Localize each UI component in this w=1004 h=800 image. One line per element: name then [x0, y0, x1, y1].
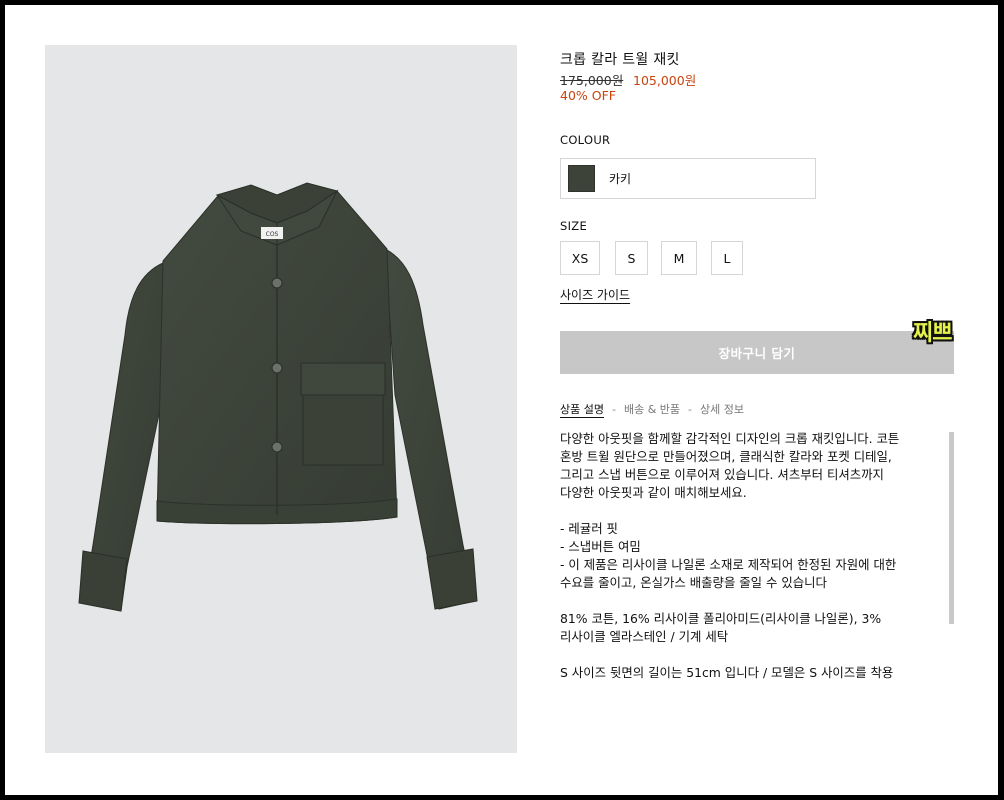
colour-name: 카키 [609, 172, 632, 186]
size-guide-link[interactable]: 사이즈 가이드 [560, 286, 630, 303]
colour-swatch[interactable] [568, 165, 595, 192]
tab-shipping-returns[interactable]: 배송 & 반품 [624, 401, 680, 417]
description-line: 그리고 스냅 버튼으로 이루어져 있습니다. 셔츠부터 티셔츠까지 [560, 467, 884, 482]
composition-line: 리사이클 엘라스테인 / 기계 세탁 [560, 629, 729, 644]
fit-note: S 사이즈 뒷면의 길이는 51cm 입니다 / 모델은 S 사이즈를 착용 [560, 665, 894, 680]
size-button-l[interactable]: L [711, 241, 743, 275]
detail-tabs: 상품 설명 - 배송 & 반품 - 상세 정보 [560, 401, 744, 417]
discount-badge: 40% OFF [560, 88, 616, 103]
brand-label: COS [266, 231, 279, 238]
tab-description[interactable]: 상품 설명 [560, 401, 604, 417]
product-description: 다양한 아웃핏을 함께할 감각적인 디자인의 크롭 재킷입니다. 코튼 혼방 트… [560, 430, 940, 682]
colour-label: COLOUR [560, 133, 611, 147]
product-image: COS [45, 45, 517, 753]
original-price: 175,000원 [560, 73, 624, 88]
jacket-illustration: COS [78, 182, 478, 612]
description-line: 다양한 아웃핏을 함께할 감각적인 디자인의 크롭 재킷입니다. 코튼 [560, 431, 900, 446]
add-to-cart-button[interactable]: 장바구니 담기 [560, 331, 954, 374]
colour-selector[interactable]: 카키 [560, 158, 816, 199]
size-button-m[interactable]: M [661, 241, 697, 275]
sale-price: 105,000원 [633, 73, 697, 88]
page-frame: COS 크롭 칼라 트윌 재킷 175,000원 105,000원 40% OF… [5, 5, 998, 795]
description-scrollbar[interactable] [949, 432, 954, 624]
size-button-xs[interactable]: XS [560, 241, 600, 275]
size-button-s[interactable]: S [615, 241, 648, 275]
description-line: 혼방 트윌 원단으로 만들어졌으며, 클래식한 칼라와 포켓 디테일, [560, 449, 892, 464]
sticker-text: 찌쁘 [913, 321, 952, 346]
size-label: SIZE [560, 219, 588, 233]
tab-separator: - [611, 402, 616, 416]
feature-line: 수요를 줄이고, 온실가스 배출량을 줄일 수 있습니다 [560, 575, 827, 590]
feature-line: - 스냅버튼 여밈 [560, 539, 641, 554]
tab-details[interactable]: 상세 정보 [700, 401, 744, 417]
tab-separator: - [688, 402, 693, 416]
composition-line: 81% 코튼, 16% 리사이클 폴리아미드(리사이클 나일론), 3% [560, 611, 882, 626]
description-line: 다양한 아웃핏과 같이 매치해보세요. [560, 485, 747, 500]
feature-line: - 레귤러 핏 [560, 521, 618, 536]
feature-line: - 이 제품은 리사이클 나일론 소재로 제작되어 한정된 자원에 대한 [560, 557, 897, 572]
product-title: 크롭 칼라 트윌 재킷 [560, 52, 680, 68]
